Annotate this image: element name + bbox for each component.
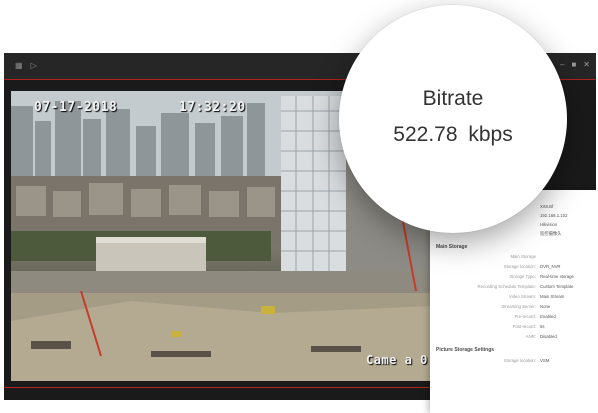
info-row: Main Storage xyxy=(510,254,536,259)
info-row: Storage location: DVR_NVR xyxy=(503,264,561,269)
section-title-picture-storage: Picture Storage Settings xyxy=(436,347,495,353)
bitrate-value: 522.78 kbps xyxy=(393,123,513,146)
info-row: Pre-record: Enabled xyxy=(514,314,556,319)
minimize-button[interactable]: – xyxy=(560,61,564,69)
info-row: Video Stream: Main Stream xyxy=(508,294,565,299)
play-icon[interactable]: ▷ xyxy=(31,62,37,70)
grid-icon[interactable]: ▦ xyxy=(15,62,23,70)
osd-camera-name: Came a 0 xyxy=(366,353,428,367)
info-row: Recording Schedule Template: Custom Templ… xyxy=(477,284,574,289)
section-title-main-storage: Main Storage xyxy=(436,244,468,250)
maximize-button[interactable]: ■ xyxy=(571,61,576,69)
info-row: Storage Type: Real-time storage xyxy=(509,274,574,279)
info-row: ANR: Disabled xyxy=(525,334,557,339)
bitrate-label: Bitrate xyxy=(422,87,484,110)
info-row: Storage location: VSM xyxy=(503,358,550,363)
info-row: Streaming Server: None xyxy=(501,304,551,309)
osd-time: 17:32:20 xyxy=(179,100,246,115)
info-row: Post-record: 5s xyxy=(512,324,545,329)
close-button[interactable]: ✕ xyxy=(583,61,590,69)
bitrate-magnifier-callout: Bitrate 522.78 kbps xyxy=(339,5,567,233)
osd-date: 07-17-2018 xyxy=(34,100,118,115)
